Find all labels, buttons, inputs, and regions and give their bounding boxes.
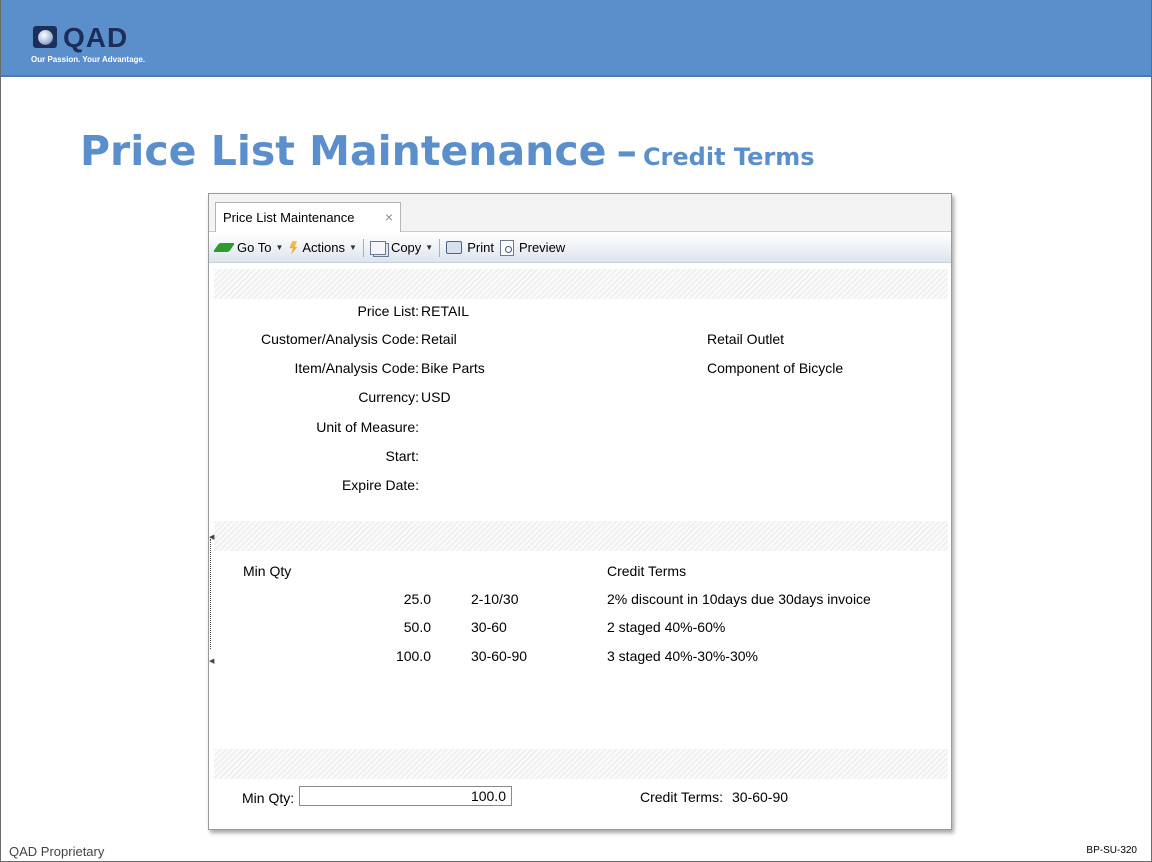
expire-date-label: Expire Date:	[341, 477, 419, 493]
goto-label: Go To	[237, 240, 272, 255]
tab-bar: Price List Maintenance ×	[209, 194, 951, 232]
toolbar-separator	[439, 238, 441, 257]
price-list-label: Price List:	[357, 303, 419, 319]
slide-title-dash: –	[616, 127, 637, 175]
detail-section-band	[214, 749, 948, 779]
row-credit-terms-description: 3 staged 40%-30%-30%	[607, 648, 758, 664]
row-credit-terms-description: 2% discount in 10days due 30days invoice	[607, 591, 871, 607]
row-credit-terms-description: 2 staged 40%-60%	[607, 619, 726, 635]
row-min-qty: 100.0	[395, 648, 431, 664]
row-min-qty: 50.0	[403, 619, 431, 635]
column-header-credit-terms[interactable]: Credit Terms	[607, 563, 686, 579]
copy-label: Copy	[390, 240, 422, 255]
chevron-down-icon: ▼	[275, 243, 284, 252]
min-qty-label: Min Qty:	[242, 790, 295, 806]
row-min-qty: 25.0	[403, 591, 431, 607]
preview-label: Preview	[518, 240, 566, 255]
item-code-label: Item/Analysis Code:	[294, 360, 420, 376]
chevron-down-icon: ▼	[349, 243, 357, 252]
print-label: Print	[467, 240, 494, 255]
splitter-grip	[210, 539, 211, 649]
customer-code-description: Retail Outlet	[707, 331, 785, 347]
tab-price-list-maintenance[interactable]: Price List Maintenance ×	[215, 202, 401, 232]
currency-label: Currency:	[358, 389, 419, 405]
copy-button[interactable]: Copy ▼	[369, 240, 434, 255]
footer-proprietary: QAD Proprietary	[9, 844, 105, 859]
toolbar-separator	[362, 238, 364, 257]
start-label: Start:	[385, 448, 419, 464]
customer-code-value[interactable]: Retail	[421, 331, 457, 347]
header-banner: QAD Our Passion. Your Advantage.	[1, 0, 1151, 77]
min-qty-input[interactable]: 100.0	[299, 786, 512, 806]
item-code-description: Component of Bicycle	[707, 360, 844, 376]
row-credit-terms-code: 2-10/30	[471, 591, 519, 607]
column-header-min-qty[interactable]: Min Qty	[243, 563, 291, 579]
row-credit-terms-code: 30-60-90	[471, 648, 528, 664]
tab-label: Price List Maintenance	[223, 210, 355, 225]
credit-terms-label: Credit Terms:	[640, 789, 723, 805]
footer-slide-code: BP-SU-320	[1086, 845, 1137, 856]
price-list-value[interactable]: RETAIL	[421, 303, 469, 319]
slide-title: Price List Maintenance – Credit Terms	[80, 127, 815, 175]
close-icon[interactable]: ×	[385, 209, 393, 225]
logo-tagline: Our Passion. Your Advantage.	[31, 55, 146, 64]
slide-title-main: Price List Maintenance	[80, 127, 607, 175]
row-credit-terms-code: 30-60	[471, 619, 507, 635]
goto-button[interactable]: Go To ▼	[212, 240, 284, 255]
print-button[interactable]: Print	[446, 240, 494, 255]
credit-terms-value[interactable]: 30-60-90	[732, 789, 788, 805]
copy-icon	[369, 240, 386, 255]
slide-title-sub: Credit Terms	[642, 143, 815, 171]
lightning-icon	[289, 240, 298, 255]
actions-label: Actions	[302, 240, 346, 255]
qad-logo: QAD Our Passion. Your Advantage.	[29, 22, 189, 72]
actions-button[interactable]: Actions ▼	[289, 240, 357, 255]
collapse-left-icon[interactable]: ◀	[209, 657, 214, 665]
grid-section-band	[214, 521, 948, 551]
goto-icon	[212, 243, 236, 252]
item-code-value[interactable]: Bike Parts	[421, 360, 485, 376]
currency-value[interactable]: USD	[421, 389, 451, 405]
qad-logo-icon	[33, 26, 57, 48]
preview-icon	[499, 239, 514, 256]
logo-text: QAD	[63, 22, 129, 53]
unit-of-measure-label: Unit of Measure:	[316, 419, 419, 435]
splitter-handle[interactable]: ◀ ◀	[209, 529, 214, 679]
printer-icon	[446, 241, 463, 254]
toolbar: Go To ▼ Actions ▼ Copy ▼ Print Preview	[209, 233, 951, 263]
header-section-band	[214, 269, 948, 299]
preview-button[interactable]: Preview	[499, 239, 566, 256]
price-list-window: Price List Maintenance × Go To ▼ Actions…	[208, 193, 952, 830]
customer-code-label: Customer/Analysis Code:	[261, 331, 419, 347]
chevron-down-icon: ▼	[425, 243, 434, 252]
slide: QAD Our Passion. Your Advantage. Price L…	[0, 0, 1152, 862]
